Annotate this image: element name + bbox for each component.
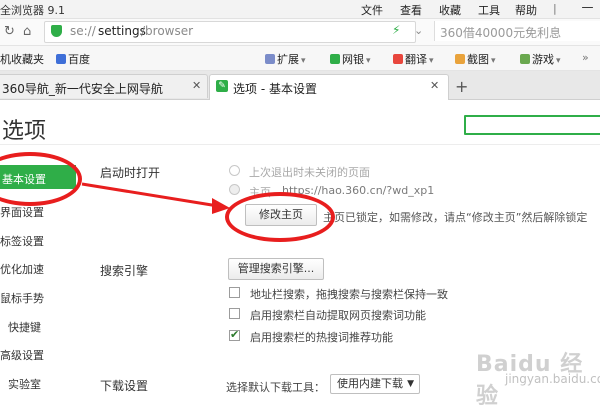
homepage-locked-note: 主页已锁定，如需修改，请点“修改主页”然后解除锁定 [323, 211, 588, 224]
menu-favorites[interactable]: 收藏 [439, 2, 461, 18]
shield-icon [330, 54, 340, 64]
sidebar-item-advanced[interactable]: 高级设置 [0, 347, 80, 363]
page-title: 选项 [2, 119, 47, 144]
window-title: 全浏览器 9.1 [0, 4, 65, 17]
gamepad-icon [520, 54, 530, 64]
menu-separator: | [553, 2, 557, 15]
title-bar [0, 0, 600, 19]
checkbox-auto-extract-label: 启用搜索栏自动提取网页搜索词功能 [250, 309, 426, 322]
checkbox-address-bar-search[interactable] [229, 287, 240, 298]
translate-icon [393, 54, 403, 64]
checkbox-address-bar-search-label: 地址栏搜索，拖拽搜索与搜索栏保持一致 [250, 288, 448, 301]
search-engine-heading: 搜索引擎 [100, 264, 149, 278]
bookmark-baidu[interactable]: 百度 [56, 51, 90, 67]
annotation-circle-button [225, 192, 335, 242]
checkbox-hot-search-label: 启用搜索栏的热搜词推荐功能 [250, 331, 393, 344]
more-bookmarks-icon[interactable]: » [582, 51, 589, 64]
dropdown-caret-icon: ▾ [556, 56, 561, 66]
annotation-arrow [81, 182, 230, 214]
manage-search-engines-button[interactable]: 管理搜索引擎... [228, 258, 324, 280]
header-divider [0, 144, 600, 145]
settings-search-input[interactable] [464, 115, 600, 135]
new-tab-icon[interactable]: + [455, 77, 468, 96]
menu-view[interactable]: 查看 [400, 2, 422, 18]
bookmark-translate[interactable]: 翻译 ▾ [393, 51, 434, 67]
sidebar-item-gestures[interactable]: 鼠标手势 [0, 290, 80, 306]
bookmark-bank[interactable]: 网银 ▾ [330, 51, 371, 67]
tab-360-nav-label: 360导航_新一代安全上网导航 [2, 82, 163, 96]
bookmark-favorites[interactable]: 机收藏夹 [0, 51, 44, 67]
url-path-rest: /browser [141, 24, 194, 38]
menu-help[interactable]: 帮助 [515, 2, 537, 18]
extension-icon [265, 54, 275, 64]
home-icon[interactable]: ⌂ [23, 24, 31, 39]
refresh-icon[interactable]: ↻ [4, 24, 15, 39]
menu-tools[interactable]: 工具 [478, 2, 500, 18]
baidu-watermark-url: jingyan.baidu.com [505, 372, 600, 386]
bookmark-extensions[interactable]: 扩展 ▾ [265, 51, 306, 67]
dropdown-caret-icon: ▾ [301, 56, 306, 66]
tab-options-label: 选项 - 基本设置 [233, 82, 317, 96]
sidebar-item-lab[interactable]: 实验室 [8, 376, 88, 392]
dropdown-caret-icon: ▾ [491, 56, 496, 66]
checkbox-hot-search[interactable] [229, 328, 240, 341]
dropdown-caret-icon: ▾ [429, 56, 434, 66]
sidebar-item-shortcuts[interactable]: 快捷键 [8, 319, 88, 335]
menu-file[interactable]: 文件 [361, 2, 383, 18]
close-icon[interactable]: ✕ [192, 79, 201, 92]
settings-tab-icon: ✎ [216, 80, 228, 92]
dropdown-caret-icon: ▾ [366, 56, 371, 66]
annotation-arrow-line [81, 182, 219, 208]
close-icon[interactable]: ✕ [430, 79, 439, 92]
sidebar-item-optimize[interactable]: 优化加速 [0, 261, 80, 277]
search-placeholder: 360借40000元免利息 [440, 26, 562, 40]
minimize-icon[interactable]: — [575, 0, 600, 18]
chevron-down-icon[interactable]: ⌄ [414, 24, 423, 37]
annotation-arrowhead [212, 198, 230, 214]
annotation-circle-sidebar [0, 152, 82, 206]
security-shield-icon[interactable] [51, 25, 62, 37]
radio-last-session-label: 上次退出时未关闭的页面 [249, 166, 370, 179]
bookmark-screenshot[interactable]: 截图 ▾ [455, 51, 496, 67]
download-tool-select[interactable]: 使用内建下载 ▼ [330, 374, 420, 394]
dropdown-caret-icon: ▼ [407, 379, 414, 389]
scissors-icon [455, 54, 465, 64]
sidebar-item-interface[interactable]: 界面设置 [0, 204, 80, 220]
sidebar-item-tabs[interactable]: 标签设置 [0, 233, 80, 249]
download-tool-label: 选择默认下载工具： [226, 381, 325, 394]
baidu-icon [56, 54, 66, 64]
bookmark-games[interactable]: 游戏 ▾ [520, 51, 561, 67]
speed-mode-icon[interactable]: ⚡ [392, 23, 400, 37]
url-path: settings [98, 24, 146, 38]
checkbox-auto-extract[interactable] [229, 308, 240, 319]
download-heading: 下载设置 [100, 379, 149, 393]
url-scheme: se:// [70, 24, 96, 38]
